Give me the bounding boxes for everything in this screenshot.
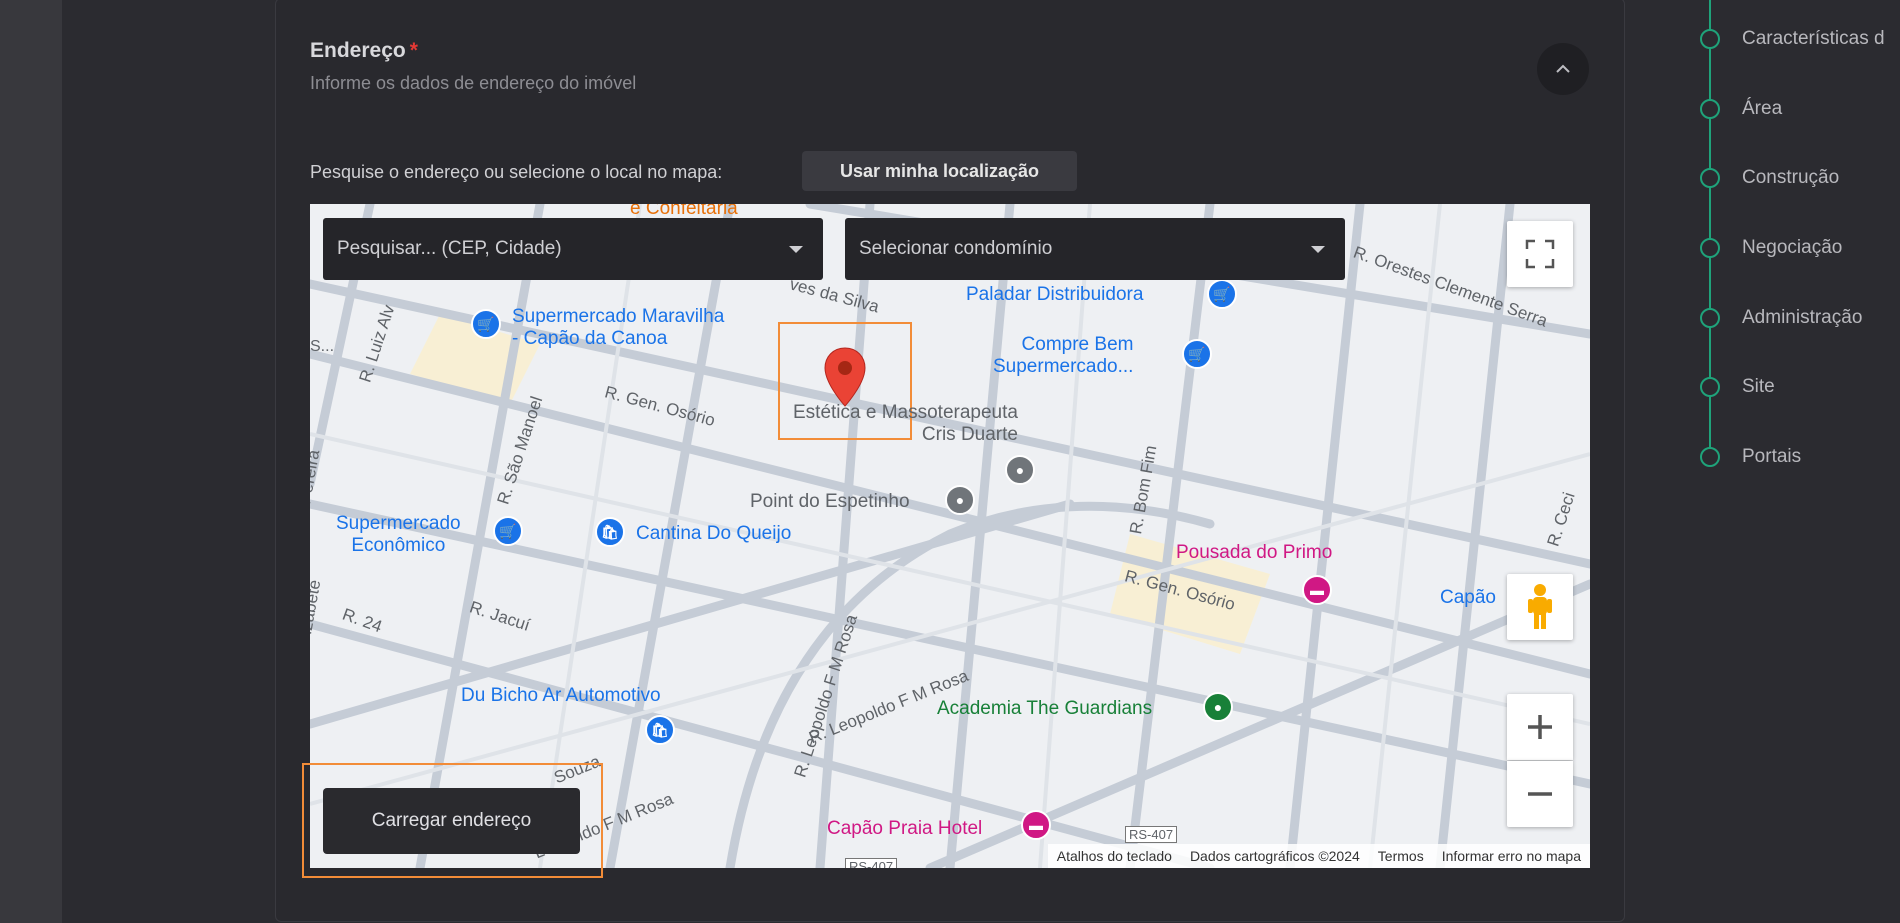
map-data-text: Dados cartográficos ©2024 — [1189, 848, 1360, 864]
step-dot — [1700, 447, 1720, 467]
plus-icon — [1528, 715, 1552, 739]
map-footer: Atalhos do teclado Dados cartográficos ©… — [1047, 844, 1590, 868]
poi-supermercado-maravilha[interactable]: Supermercado Maravilha - Capão da Canoa — [512, 306, 724, 350]
poi-supermercado-economico[interactable]: Supermercado Econômico — [336, 513, 461, 557]
fullscreen-button[interactable] — [1507, 221, 1573, 287]
shopping-cart-icon: 🛒 — [1207, 279, 1237, 309]
hotel-icon: ▬ — [1302, 575, 1332, 605]
pegman-icon — [1528, 584, 1552, 629]
poi-pousada[interactable]: Pousada do Primo — [1176, 542, 1332, 564]
shopping-bag-icon: 🛍 — [645, 715, 675, 745]
fullscreen-icon — [1525, 239, 1555, 269]
search-select[interactable]: Pesquisar... (CEP, Cidade) — [323, 218, 823, 280]
gym-icon: ● — [1203, 692, 1233, 722]
stepper-item[interactable]: Negociação — [1700, 237, 1842, 259]
poi-cantina[interactable]: Cantina Do Queijo — [636, 523, 791, 545]
poi-academia[interactable]: Academia The Guardians — [937, 698, 1152, 720]
zoom-in-button[interactable] — [1507, 694, 1573, 760]
poi-capao[interactable]: Capão — [1440, 587, 1496, 609]
step-dot — [1700, 308, 1720, 328]
zoom-out-button[interactable] — [1507, 761, 1573, 827]
step-dot — [1700, 168, 1720, 188]
shopping-bag-icon: 🛍 — [595, 517, 625, 547]
chevron-up-icon — [1556, 64, 1570, 73]
step-dot — [1700, 29, 1720, 49]
poi-compre-bem[interactable]: Compre Bem Supermercado... — [993, 334, 1133, 378]
section-subtitle: Informe os dados de endereço do imóvel — [310, 73, 637, 93]
poi-point-espetinho[interactable]: Point do Espetinho — [750, 491, 910, 513]
stepper-item[interactable]: Administração — [1700, 307, 1862, 329]
terms-link[interactable]: Termos — [1369, 848, 1433, 864]
street-label: RS-407 — [845, 858, 898, 868]
left-rail — [0, 0, 62, 923]
step-dot — [1700, 99, 1720, 119]
stepper-item[interactable]: Área — [1700, 98, 1782, 120]
condo-select[interactable]: Selecionar condomínio — [845, 218, 1345, 280]
use-my-location-button[interactable]: Usar minha localização — [802, 151, 1077, 191]
stepper-item[interactable]: Site — [1700, 376, 1775, 398]
shopping-cart-icon: 🛒 — [1182, 339, 1212, 369]
keyboard-shortcuts-link[interactable]: Atalhos do teclado — [1048, 848, 1181, 864]
step-dot — [1700, 238, 1720, 258]
section-stepper: Características d Área Construção Negoci… — [1700, 0, 1900, 923]
step-dot — [1700, 377, 1720, 397]
hotel-icon: ▬ — [1021, 810, 1051, 840]
report-error-link[interactable]: Informar erro no mapa — [1433, 848, 1590, 864]
shopping-cart-icon: 🛒 — [471, 309, 501, 339]
load-address-button[interactable]: Carregar endereço — [323, 788, 580, 854]
street-view-pegman[interactable] — [1507, 574, 1573, 640]
collapse-button[interactable] — [1537, 43, 1589, 95]
map[interactable]: R. Gen. Osório R. Gen. Osório R. São Man… — [310, 204, 1590, 868]
marker-label: Estética e Massoterapeuta Cris Duarte — [793, 402, 1018, 445]
place-marker-icon: ● — [1005, 455, 1035, 485]
location-marker-icon[interactable] — [822, 346, 868, 408]
minus-icon — [1528, 792, 1552, 796]
street-label: RS-407 — [1125, 826, 1178, 843]
search-label: Pesquise o endereço ou selecione o local… — [310, 162, 723, 182]
stepper-item[interactable]: Características d — [1700, 28, 1885, 50]
chevron-down-icon — [1311, 246, 1325, 253]
shopping-cart-icon: 🛒 — [493, 516, 523, 546]
poi-capao-praia-hotel[interactable]: Capão Praia Hotel — [827, 818, 982, 840]
place-marker-icon: ● — [945, 485, 975, 515]
stepper-item[interactable]: Portais — [1700, 446, 1801, 468]
section-title: Endereço * — [310, 39, 418, 62]
poi-du-bicho[interactable]: Du Bicho Ar Automotivo — [461, 685, 661, 707]
poi-paladar[interactable]: Paladar Distribuidora — [966, 284, 1143, 306]
stepper-item[interactable]: Construção — [1700, 167, 1839, 189]
chevron-down-icon — [789, 246, 803, 253]
poi-label: S... — [310, 338, 335, 355]
required-mark: * — [409, 39, 418, 62]
